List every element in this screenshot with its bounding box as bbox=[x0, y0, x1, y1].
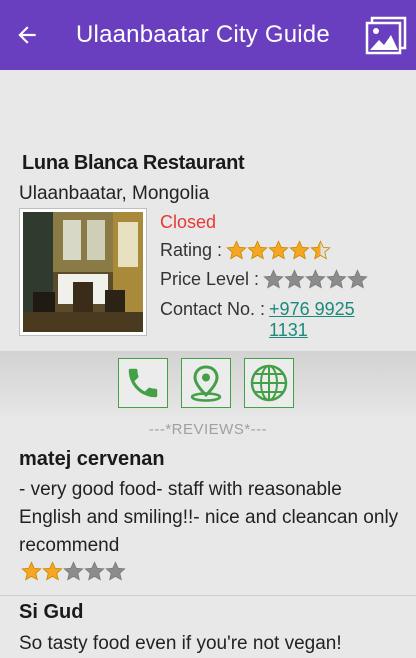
map-button[interactable] bbox=[181, 358, 231, 408]
review-author: matej cervenan bbox=[19, 448, 165, 470]
content-area: Luna Blanca Restaurant Ulaanbaatar, Mong… bbox=[0, 70, 416, 658]
reviews-header: ---*REVIEWS*--- bbox=[148, 421, 268, 438]
rating-stars bbox=[226, 240, 331, 261]
call-button[interactable] bbox=[118, 358, 168, 408]
price-stars bbox=[263, 269, 368, 290]
back-button[interactable] bbox=[0, 0, 54, 70]
star-icon bbox=[268, 240, 289, 260]
phone-icon bbox=[128, 368, 158, 398]
restaurant-photo bbox=[23, 212, 143, 332]
gallery-button[interactable] bbox=[365, 15, 407, 57]
place-name: Luna Blanca Restaurant bbox=[22, 152, 245, 174]
star-icon bbox=[310, 240, 331, 260]
contact-row: Contact No. : +976 9925 1131 bbox=[160, 299, 365, 341]
globe-icon bbox=[250, 364, 288, 402]
star-icon bbox=[263, 269, 284, 289]
review-author: Si Gud bbox=[19, 601, 84, 623]
action-bar bbox=[0, 351, 416, 417]
star-icon bbox=[21, 561, 42, 581]
app-bar: Ulaanbaatar City Guide bbox=[0, 0, 416, 70]
phone-link[interactable]: +976 9925 1131 bbox=[269, 299, 365, 341]
star-icon bbox=[84, 561, 105, 581]
star-icon bbox=[226, 240, 247, 260]
place-location: Ulaanbaatar, Mongolia bbox=[19, 183, 210, 204]
star-icon bbox=[105, 561, 126, 581]
star-icon bbox=[289, 240, 310, 260]
star-icon bbox=[42, 561, 63, 581]
review-text: - very good food- staff with reasonable … bbox=[19, 479, 399, 556]
image-gallery-icon bbox=[365, 16, 407, 55]
star-icon bbox=[347, 269, 368, 289]
star-icon bbox=[305, 269, 326, 289]
star-icon bbox=[326, 269, 347, 289]
map-pin-icon bbox=[190, 365, 222, 402]
app-title: Ulaanbaatar City Guide bbox=[76, 21, 330, 48]
rating-label: Rating : bbox=[160, 240, 223, 260]
star-icon bbox=[284, 269, 305, 289]
rating-row: Rating : bbox=[160, 240, 331, 261]
star-icon bbox=[247, 240, 268, 260]
review-divider bbox=[0, 595, 416, 596]
review-rating-stars bbox=[21, 561, 126, 582]
price-row: Price Level : bbox=[160, 269, 368, 290]
price-label: Price Level : bbox=[160, 269, 260, 289]
arrow-back-icon bbox=[18, 26, 36, 44]
contact-label: Contact No. : bbox=[160, 299, 266, 319]
star-icon bbox=[63, 561, 84, 581]
place-photo[interactable] bbox=[19, 208, 147, 336]
review-text: So tasty food even if you're not vegan! bbox=[19, 633, 342, 654]
website-button[interactable] bbox=[244, 358, 294, 408]
open-status: Closed bbox=[160, 212, 217, 232]
